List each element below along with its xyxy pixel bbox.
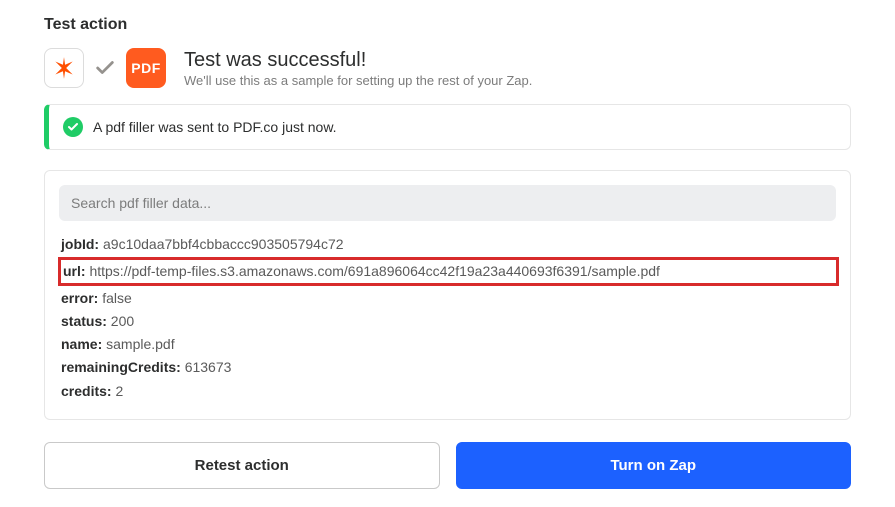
section-title: Test action (44, 16, 851, 34)
data-row-credits: credits: 2 (61, 380, 836, 403)
data-row-url: url: https://pdf-temp-files.s3.amazonaws… (63, 260, 834, 283)
data-row-error: error: false (61, 287, 836, 310)
header-row: PDF Test was successful! We'll use this … (44, 48, 851, 88)
val-jobid: a9c10daa7bbf4cbbaccc903505794c72 (103, 236, 344, 252)
data-row-name: name: sample.pdf (61, 333, 836, 356)
val-credits: 2 (115, 383, 123, 399)
highlighted-row: url: https://pdf-temp-files.s3.amazonaws… (58, 257, 839, 286)
header-text: Test was successful! We'll use this as a… (184, 49, 532, 88)
data-row-status: status: 200 (61, 310, 836, 333)
search-input[interactable] (59, 185, 836, 221)
success-title: Test was successful! (184, 49, 532, 72)
button-row: Retest action Turn on Zap (44, 442, 851, 489)
data-row-remaining-credits: remainingCredits: 613673 (61, 356, 836, 379)
banner-text: A pdf filler was sent to PDF.co just now… (93, 119, 337, 135)
key-remaining-credits: remainingCredits: (61, 359, 181, 375)
checkmark-icon (94, 57, 116, 79)
pdf-icon: PDF (126, 48, 166, 88)
key-error: error: (61, 290, 98, 306)
success-subtitle: We'll use this as a sample for setting u… (184, 73, 532, 88)
val-error: false (102, 290, 132, 306)
key-name: name: (61, 336, 102, 352)
val-name: sample.pdf (106, 336, 174, 352)
retest-button[interactable]: Retest action (44, 442, 440, 489)
turn-on-zap-button[interactable]: Turn on Zap (456, 442, 852, 489)
key-credits: credits: (61, 383, 112, 399)
check-circle-icon (63, 117, 83, 137)
val-url: https://pdf-temp-files.s3.amazonaws.com/… (89, 263, 660, 279)
success-banner: A pdf filler was sent to PDF.co just now… (44, 104, 851, 150)
data-row-jobid: jobId: a9c10daa7bbf4cbbaccc903505794c72 (61, 233, 836, 256)
results-box: jobId: a9c10daa7bbf4cbbaccc903505794c72 … (44, 170, 851, 420)
zapier-icon (44, 48, 84, 88)
val-status: 200 (111, 313, 134, 329)
key-url: url: (63, 263, 86, 279)
val-remaining-credits: 613673 (185, 359, 232, 375)
key-jobid: jobId: (61, 236, 99, 252)
data-rows: jobId: a9c10daa7bbf4cbbaccc903505794c72 … (59, 233, 836, 403)
key-status: status: (61, 313, 107, 329)
